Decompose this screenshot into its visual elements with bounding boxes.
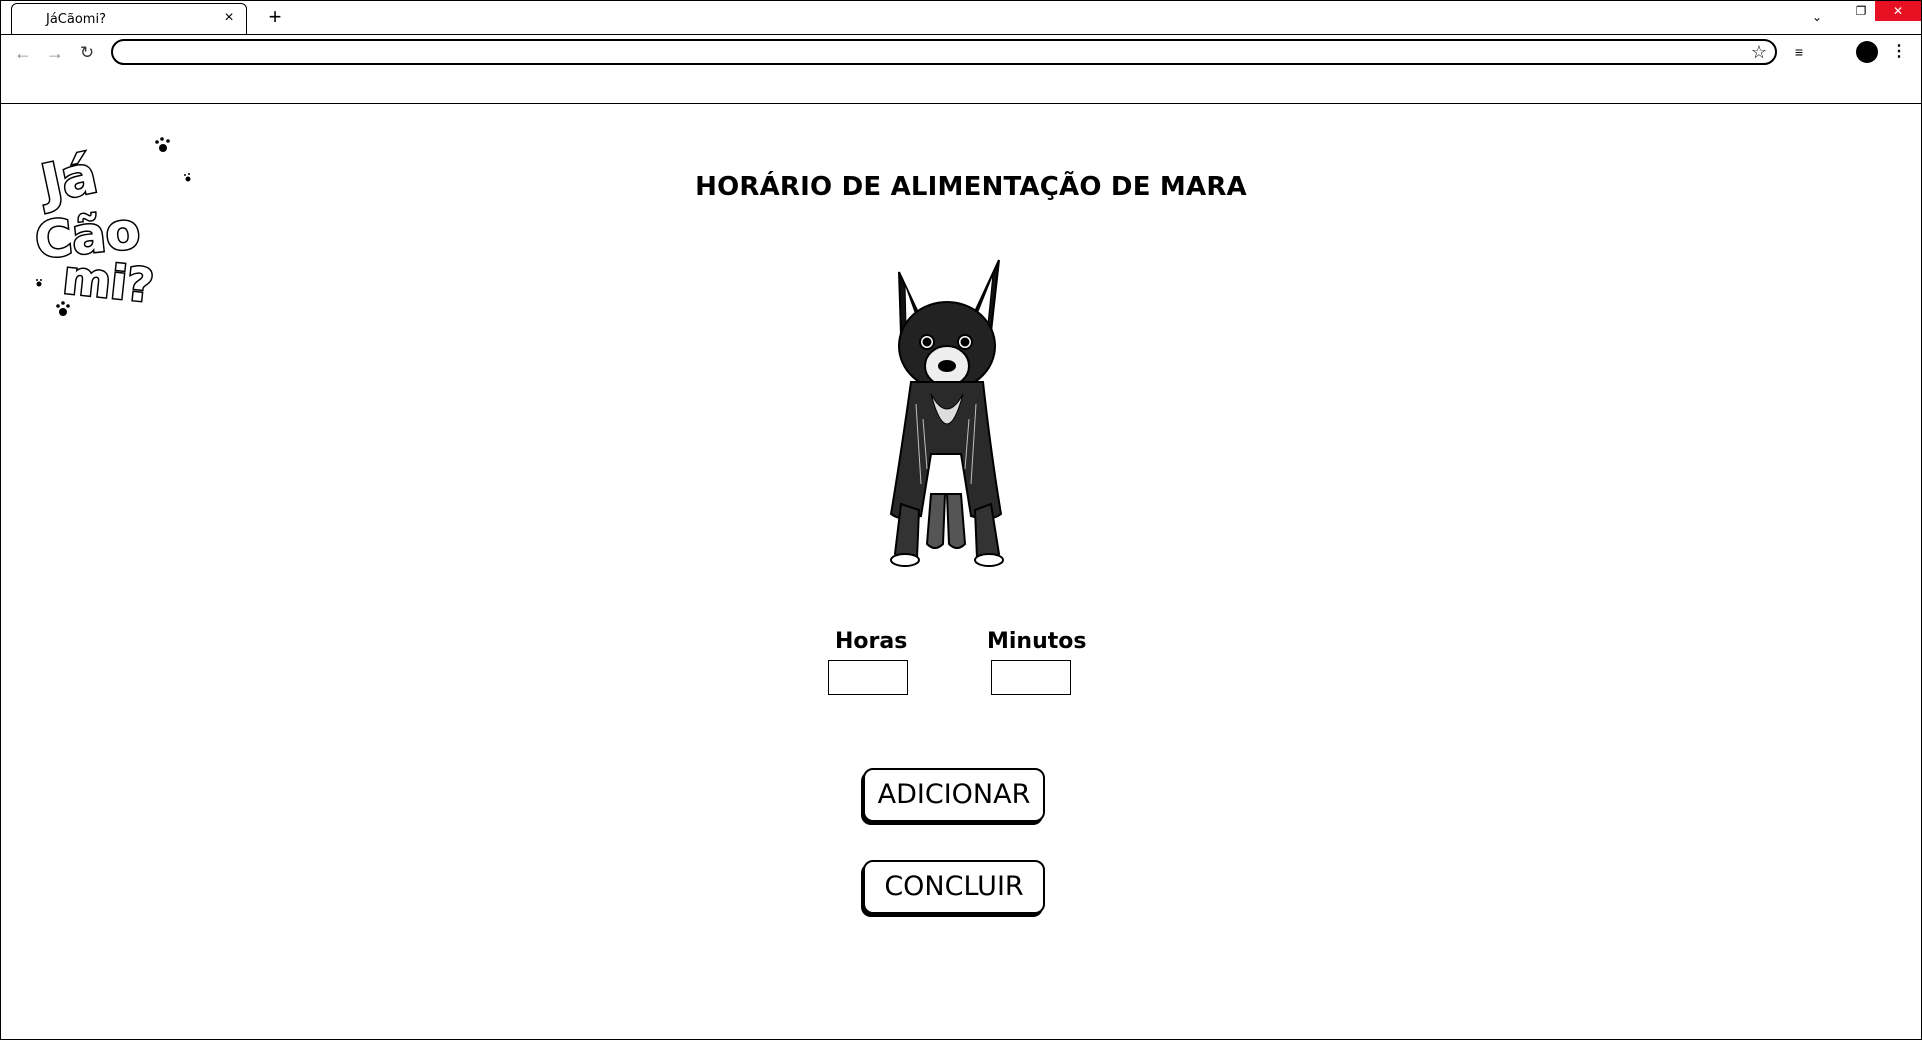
hours-input[interactable] [828,660,908,695]
reading-list-icon[interactable]: ≡ [1789,41,1809,63]
finish-button[interactable]: CONCLUIR [863,860,1045,914]
back-icon[interactable]: ← [11,41,35,65]
new-tab-button[interactable]: + [263,5,287,29]
tab-close-icon[interactable]: × [220,9,238,27]
menu-icon[interactable]: ⋮ [1889,41,1909,63]
tab-strip: JáCãomi? × + ⌄ ❐ ✕ [1,1,1921,35]
browser-toolbar: ← → ↻ ☆ ≡ ⋮ [1,35,1921,104]
close-window-icon[interactable]: ✕ [1875,1,1921,21]
browser-tab[interactable]: JáCãomi? × [11,3,247,34]
tab-title: JáCãomi? [46,12,106,27]
minutes-label: Minutos [987,629,1087,654]
minutes-input[interactable] [991,660,1071,695]
page-title: HORÁRIO DE ALIMENTAÇÃO DE MARA [695,172,1247,202]
bookmark-star-icon[interactable]: ☆ [1749,41,1769,63]
restore-icon[interactable]: ❐ [1847,1,1875,21]
browser-window: JáCãomi? × + ⌄ ❐ ✕ ← → ↻ ☆ ≡ ⋮ Já Cão mi… [0,0,1922,1040]
dog-illustration [889,259,1004,567]
page-content: Já Cão mi? HORÁRIO DE ALIMENTAÇÃO DE MAR… [1,104,1921,1039]
reload-icon[interactable]: ↻ [75,41,99,65]
address-bar[interactable]: ☆ [111,39,1777,65]
address-input[interactable] [127,43,1731,63]
tab-search-icon[interactable]: ⌄ [1807,7,1827,27]
add-button[interactable]: ADICIONAR [863,768,1045,822]
svg-text:mi?: mi? [61,250,157,313]
window-controls: ❐ ✕ [1847,1,1921,21]
profile-avatar[interactable] [1856,41,1878,63]
hours-label: Horas [835,629,908,654]
jacaomi-logo: Já Cão mi? [33,137,191,316]
forward-icon[interactable]: → [43,41,67,65]
